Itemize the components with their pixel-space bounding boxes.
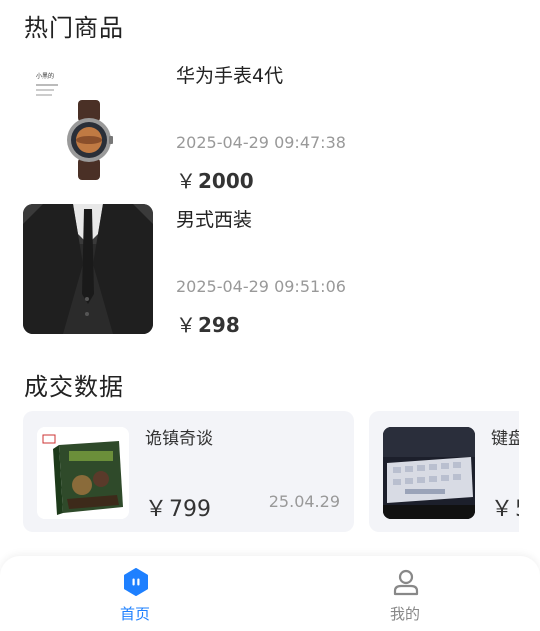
tab-home[interactable]: 首页 [75, 556, 195, 631]
product-time: 2025-04-29 09:51:06 [176, 277, 346, 296]
product-price: ￥ 298 [176, 309, 240, 338]
deal-price: ￥799 [145, 491, 211, 523]
currency-symbol: ￥ [176, 169, 196, 193]
tab-label: 首页 [119, 605, 150, 623]
section-title-deals: 成交数据 [24, 373, 124, 401]
home-icon [122, 568, 150, 596]
deal-price: ￥5 [491, 491, 519, 523]
currency-symbol: ￥ [176, 313, 196, 337]
deal-date: 25.04.29 [268, 492, 340, 511]
tab-label: 我的 [389, 605, 420, 623]
bottom-tab-bar: 首页 我的 [0, 556, 540, 631]
board-game-box-image [37, 427, 129, 519]
product-time: 2025-04-29 09:47:38 [176, 133, 346, 152]
deal-product-name: 诡镇奇谈 [145, 429, 213, 449]
price-value: 5 [515, 497, 519, 522]
smartwatch-image: 小黑的 [23, 60, 153, 190]
deal-card-board-game[interactable]: 诡镇奇谈 ￥799 25.04.29 [23, 411, 354, 532]
currency-symbol: ￥ [145, 497, 168, 522]
product-price: ￥ 2000 [176, 165, 254, 194]
price-value: 2000 [198, 169, 254, 193]
section-title-hot: 热门商品 [24, 14, 124, 42]
price-value: 799 [169, 497, 212, 522]
profile-icon [392, 568, 420, 596]
keyboard-image [383, 427, 475, 519]
watch-ad-text: 小黑的 [36, 72, 54, 80]
currency-symbol: ￥ [491, 497, 514, 522]
product-name: 男式西装 [176, 209, 253, 231]
hot-item-suit[interactable]: 男式西装 2025-04-29 09:51:06 ￥ 298 [23, 204, 523, 337]
deal-product-name: 键盘 [491, 429, 519, 449]
hot-item-watch[interactable]: 小黑的 华为手表4代 2025-04-29 09:47:38 ￥ 2000 [23, 60, 523, 193]
suit-image [23, 204, 153, 334]
deal-carousel[interactable]: 诡镇奇谈 ￥799 25.04.29 键盘 ￥ [0, 411, 519, 533]
product-name: 华为手表4代 [176, 65, 284, 87]
deal-card-keyboard[interactable]: 键盘 ￥5 [369, 411, 519, 532]
price-value: 298 [198, 313, 240, 337]
tab-profile[interactable]: 我的 [345, 556, 465, 631]
